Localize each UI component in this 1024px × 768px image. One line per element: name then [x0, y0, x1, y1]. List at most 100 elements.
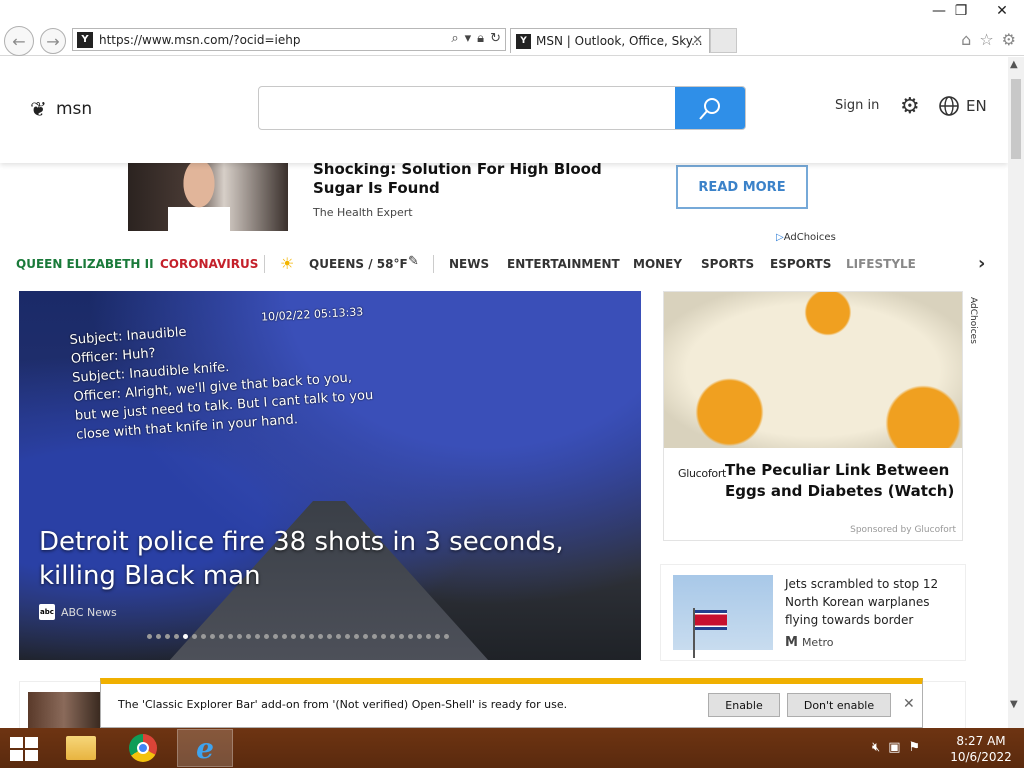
- forward-arrow-icon: →: [46, 31, 60, 51]
- volume-muted-icon[interactable]: 🔇︎: [872, 740, 880, 755]
- sponsored-ad[interactable]: Glucofort The Peculiar Link Between Eggs…: [663, 291, 963, 541]
- card-headline[interactable]: Jets scrambled to stop 12 North Korean w…: [785, 575, 960, 629]
- ad-image: [128, 163, 288, 231]
- nav-money[interactable]: MONEY: [633, 257, 682, 271]
- ie-icon: e: [196, 731, 214, 765]
- new-tab-button[interactable]: [710, 28, 737, 53]
- video-subtitles: Subject: Inaudible Officer: Huh? Subject…: [69, 324, 374, 443]
- search-button[interactable]: [675, 87, 745, 129]
- address-bar[interactable]: Y https://www.msn.com/?ocid=iehp ⌕ ▾ 🔒︎ …: [72, 28, 506, 51]
- enable-button[interactable]: Enable: [708, 693, 780, 717]
- abc-news-icon: abc: [39, 604, 55, 620]
- dropdown-icon[interactable]: ▾: [465, 31, 472, 46]
- logo-text: msn: [56, 99, 93, 119]
- globe-icon: [939, 96, 959, 116]
- nav-weather[interactable]: QUEENS / 58°F: [309, 257, 408, 271]
- nav-coronavirus[interactable]: CORONAVIRUS: [160, 257, 258, 271]
- forward-button[interactable]: →: [40, 28, 66, 54]
- chrome-icon: [129, 734, 157, 762]
- carousel-dots[interactable]: [147, 634, 449, 639]
- internet-explorer-button[interactable]: e: [177, 729, 233, 767]
- banner-ad[interactable]: Shocking: Solution For High Blood Sugar …: [128, 160, 854, 231]
- scroll-down-icon[interactable]: ▼: [1010, 699, 1018, 710]
- system-tray: 🔇︎ ▣ ⚑: [872, 740, 920, 755]
- maximize-button[interactable]: ❐: [944, 0, 978, 22]
- nav-queen-elizabeth[interactable]: QUEEN ELIZABETH II: [16, 257, 154, 271]
- back-button[interactable]: ←: [4, 26, 34, 56]
- hero-headline[interactable]: Detroit police fire 38 shots in 3 second…: [39, 525, 629, 593]
- settings-gear-icon[interactable]: ⚙: [1002, 30, 1016, 49]
- title-bar: — ❐ ✕: [0, 0, 1024, 24]
- nav-lifestyle[interactable]: LIFESTYLE: [846, 257, 916, 271]
- scroll-thumb[interactable]: [1011, 79, 1021, 159]
- adchoices-icon: ▷: [776, 232, 784, 243]
- ad-source: The Health Expert: [313, 206, 413, 219]
- lock-icon[interactable]: 🔒︎: [477, 31, 484, 46]
- butterfly-icon: ❦: [30, 97, 47, 121]
- address-url: https://www.msn.com/?ocid=iehp: [99, 32, 301, 47]
- hero-source: abc ABC News: [39, 604, 117, 620]
- chevron-right-icon[interactable]: ›: [978, 253, 985, 274]
- language-label: EN: [966, 97, 987, 115]
- sponsored-headline[interactable]: The Peculiar Link Between Eggs and Diabe…: [725, 460, 955, 502]
- refresh-icon[interactable]: ↻: [490, 31, 501, 46]
- sponsored-label: Sponsored by Glucofort: [850, 525, 956, 535]
- sun-icon: ☀: [280, 254, 295, 273]
- edit-pencil-icon[interactable]: ✎: [408, 254, 419, 269]
- chrome-button[interactable]: [115, 729, 171, 767]
- eggs-image: [664, 292, 962, 448]
- windows-start-icon[interactable]: [10, 737, 38, 761]
- card-image: [673, 575, 773, 658]
- ad-headline[interactable]: Shocking: Solution For High Blood Sugar …: [313, 160, 653, 198]
- close-window-button[interactable]: ✕: [985, 0, 1019, 22]
- settings-gear-icon[interactable]: ⚙: [900, 94, 920, 119]
- scroll-up-icon[interactable]: ▲: [1010, 59, 1018, 70]
- nav-entertainment[interactable]: ENTERTAINMENT: [507, 257, 620, 271]
- taskbar: e 🔇︎ ▣ ⚑ 8:27 AM 10/6/2022: [0, 728, 1024, 768]
- dont-enable-button[interactable]: Don't enable: [787, 693, 891, 717]
- tab-close-icon[interactable]: ✕: [692, 33, 703, 48]
- vertical-scrollbar[interactable]: ▲ ▼: [1008, 57, 1024, 728]
- close-notification-icon[interactable]: ✕: [903, 696, 915, 712]
- ad-brand: Glucofort: [678, 467, 727, 480]
- folder-icon: [66, 736, 96, 760]
- msn-logo[interactable]: ❦ msn: [30, 97, 92, 121]
- sign-in-link[interactable]: Sign in: [835, 98, 879, 113]
- notification-bar: The 'Classic Explorer Bar' add-on from '…: [100, 678, 923, 728]
- card-image: [28, 692, 100, 728]
- clock-date: 10/6/2022: [950, 750, 1012, 764]
- category-nav: QUEEN ELIZABETH II CORONAVIRUS ☀ QUEENS …: [0, 247, 1008, 281]
- read-more-button[interactable]: READ MORE: [676, 165, 808, 209]
- news-card[interactable]: Jets scrambled to stop 12 North Korean w…: [660, 564, 966, 661]
- search-box[interactable]: [258, 86, 746, 130]
- action-center-icon[interactable]: ⚑: [909, 740, 921, 755]
- ad-choices-link[interactable]: ▷AdChoices: [776, 232, 836, 243]
- tab-favicon: Y: [516, 33, 531, 49]
- network-icon[interactable]: ▣: [888, 740, 900, 755]
- hero-story[interactable]: 10/02/22 05:13:33 Subject: Inaudible Off…: [19, 291, 641, 660]
- flag-icon: [695, 610, 727, 630]
- card-source: M Metro: [785, 635, 834, 650]
- language-selector[interactable]: EN: [938, 95, 987, 117]
- nav-esports[interactable]: ESPORTS: [770, 257, 831, 271]
- clock-time: 8:27 AM: [956, 734, 1006, 748]
- search-icon[interactable]: ⌕: [451, 31, 458, 46]
- favorites-star-icon[interactable]: ☆: [979, 30, 993, 49]
- nav-news[interactable]: NEWS: [449, 257, 489, 271]
- tab-title: MSN | Outlook, Office, Sky...: [536, 34, 703, 48]
- page-content: ❦ msn Sign in ⚙ EN Shocking: Solution Fo…: [0, 57, 1008, 728]
- back-arrow-icon: ←: [12, 31, 26, 51]
- side-adchoices-link[interactable]: AdChoices: [968, 297, 978, 344]
- msn-header: ❦ msn Sign in ⚙ EN: [0, 57, 1008, 163]
- search-icon: [699, 98, 720, 120]
- notification-message: The 'Classic Explorer Bar' add-on from '…: [118, 698, 568, 711]
- clock[interactable]: 8:27 AM 10/6/2022: [948, 733, 1014, 765]
- browser-window: — ❐ ✕ ← → Y https://www.msn.com/?ocid=ie…: [0, 0, 1024, 728]
- tab-msn[interactable]: Y MSN | Outlook, Office, Sky... ✕: [510, 28, 710, 53]
- file-explorer-button[interactable]: [53, 729, 109, 767]
- home-icon[interactable]: ⌂: [961, 30, 971, 49]
- nav-sports[interactable]: SPORTS: [701, 257, 754, 271]
- metro-icon: M: [785, 635, 798, 650]
- navigation-bar: ← → Y https://www.msn.com/?ocid=iehp ⌕ ▾…: [0, 24, 1024, 56]
- site-favicon: Y: [77, 31, 93, 48]
